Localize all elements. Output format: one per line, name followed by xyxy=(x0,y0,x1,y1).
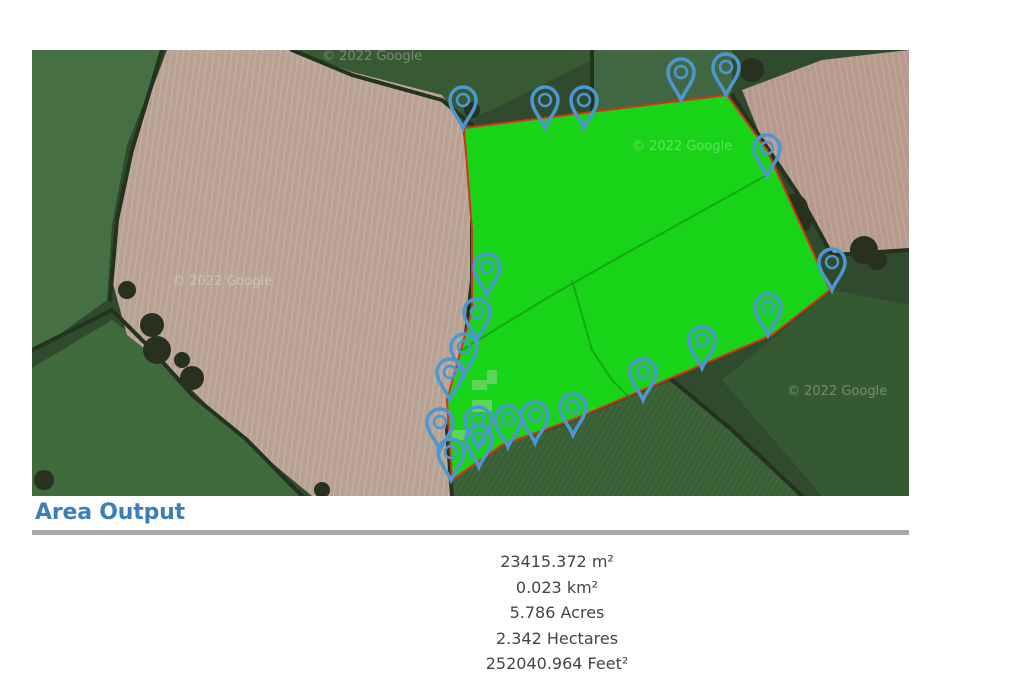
result-unit: Feet² xyxy=(587,654,629,673)
result-row: 2.342 Hectares xyxy=(32,626,1024,652)
area-output-title: Area Output xyxy=(35,500,185,525)
map-watermark: © 2022 Google xyxy=(632,139,732,154)
result-value: 252040.964 xyxy=(485,654,583,673)
map-watermark: © 2022 Google xyxy=(787,384,887,399)
result-row: 252040.964 Feet² xyxy=(32,651,1024,677)
area-results: 23415.372 m² 0.023 km² 5.786 Acres 2.342… xyxy=(32,549,1024,677)
result-unit: Acres xyxy=(560,603,605,622)
result-unit: m² xyxy=(591,552,614,571)
map-watermark: © 2022 Google xyxy=(322,50,422,64)
result-row: 23415.372 m² xyxy=(32,549,1024,575)
section-divider xyxy=(32,530,909,535)
result-row: 5.786 Acres xyxy=(32,600,1024,626)
map-watermark: © 2022 Google xyxy=(172,274,272,289)
result-value: 23415.372 xyxy=(500,552,587,571)
result-unit: km² xyxy=(566,577,599,597)
result-value: 2.342 xyxy=(495,628,542,648)
satellite-map[interactable]: © 2022 Google © 2022 Google © 2022 Googl… xyxy=(32,50,909,496)
result-value: 0.023 xyxy=(515,577,562,597)
page: © 2022 Google © 2022 Google © 2022 Googl… xyxy=(0,0,1024,695)
result-unit: Hectares xyxy=(546,628,619,648)
result-row: 0.023 km² xyxy=(32,575,1024,601)
result-value: 5.786 xyxy=(509,603,556,622)
